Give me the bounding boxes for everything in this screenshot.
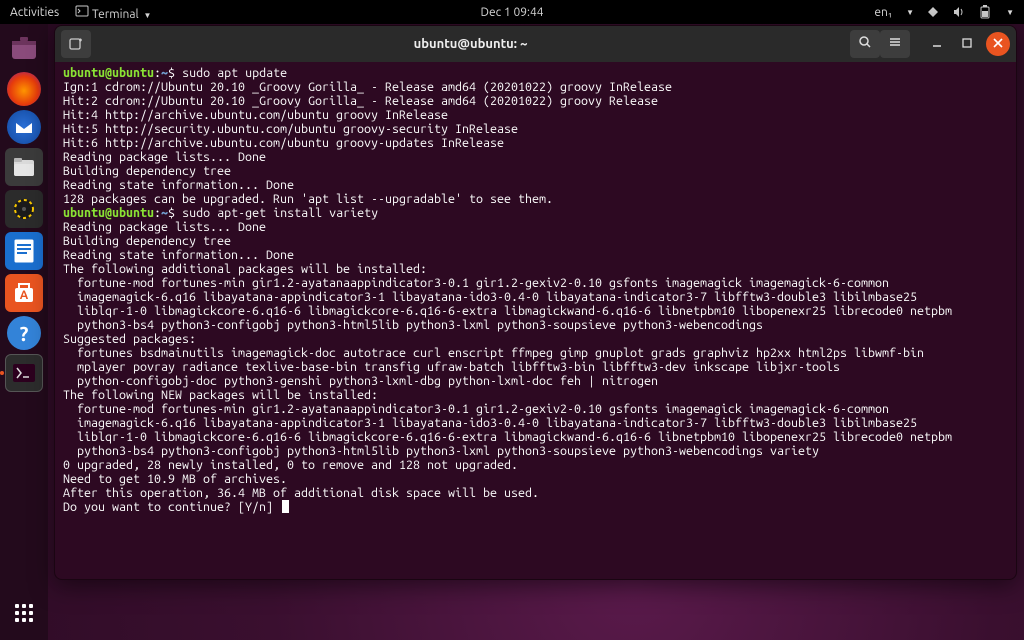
show-applications-button[interactable] (5, 594, 43, 632)
dock-icon-rhythmbox[interactable] (5, 190, 43, 228)
top-panel: Activities Terminal ▼ Dec 1 09:44 en₁ ▼ … (0, 0, 1024, 24)
activities-button[interactable]: Activities (10, 6, 59, 19)
dock-icon-terminal[interactable] (5, 354, 43, 392)
maximize-icon (961, 35, 973, 53)
chevron-down-icon: ▼ (143, 11, 151, 20)
hamburger-menu-button[interactable] (880, 30, 910, 58)
terminal-icon (75, 4, 89, 18)
window-title: ubuntu@ubuntu: ~ (91, 37, 850, 51)
app-menu[interactable]: Terminal ▼ (75, 4, 151, 21)
dock-icon-ubuntu-software[interactable]: A (5, 274, 43, 312)
search-button[interactable] (850, 30, 880, 58)
new-tab-button[interactable] (61, 30, 91, 58)
volume-icon[interactable] (952, 5, 966, 19)
minimize-icon (931, 35, 943, 53)
chevron-down-icon: ▼ (1006, 8, 1014, 17)
menu-icon (888, 35, 902, 53)
app-menu-label: Terminal (92, 8, 139, 21)
terminal-window: ubuntu@ubuntu: ~ ubuntu@ubuntu:~$ sudo a… (54, 25, 1017, 580)
chevron-down-icon: ▼ (906, 8, 914, 17)
keyboard-layout-indicator[interactable]: en₁ (874, 6, 892, 19)
maximize-button[interactable] (952, 30, 982, 58)
svg-text:A: A (20, 289, 29, 302)
dock-icon-thunderbird[interactable] (7, 110, 41, 144)
search-icon (858, 35, 872, 53)
terminal-titlebar: ubuntu@ubuntu: ~ (55, 26, 1016, 62)
minimize-button[interactable] (922, 30, 952, 58)
dock: A ? (0, 24, 48, 640)
dock-icon-libreoffice-writer[interactable] (5, 232, 43, 270)
clock[interactable]: Dec 1 09:44 (481, 6, 544, 19)
dock-icon-help[interactable]: ? (7, 316, 41, 350)
dock-icon-files[interactable] (5, 148, 43, 186)
battery-icon[interactable] (978, 5, 992, 19)
dock-icon-organize[interactable] (5, 30, 43, 68)
close-button[interactable] (986, 32, 1010, 56)
dock-icon-firefox[interactable] (7, 72, 41, 106)
network-icon[interactable] (926, 5, 940, 19)
close-icon (992, 35, 1004, 53)
terminal-output[interactable]: ubuntu@ubuntu:~$ sudo apt updateIgn:1 cd… (55, 62, 1016, 579)
